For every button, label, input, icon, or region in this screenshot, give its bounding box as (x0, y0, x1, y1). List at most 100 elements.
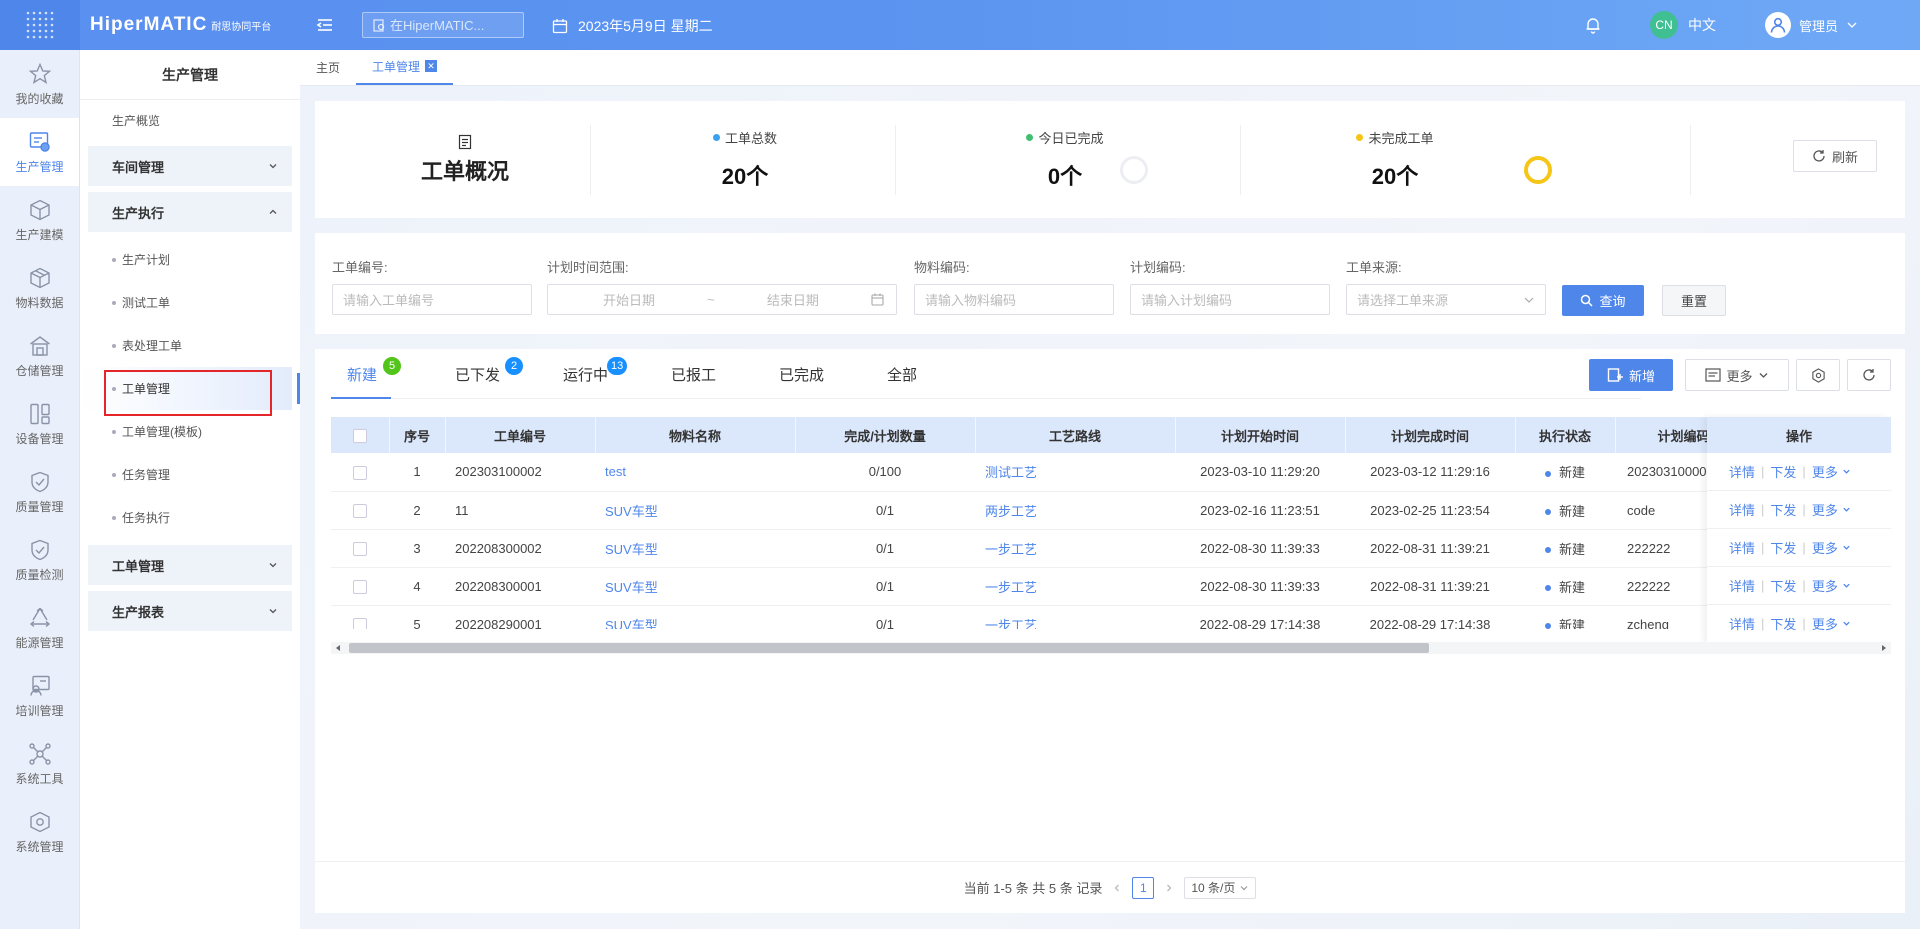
issue-link[interactable]: 下发 (1770, 462, 1796, 481)
more-link[interactable]: 更多 (1812, 614, 1838, 633)
more-link[interactable]: 更多 (1812, 538, 1838, 557)
global-search[interactable] (362, 12, 524, 38)
table-row[interactable]: 2 11 SUV车型 0/1 两步工艺 2023-02-16 11:23:51 2023-0… (331, 491, 1889, 530)
page-number[interactable]: 1 (1132, 876, 1155, 899)
language-switch[interactable]: CN 中文 (1650, 0, 1716, 50)
row-checkbox[interactable] (353, 541, 367, 556)
add-button[interactable]: 新增 (1589, 359, 1673, 391)
module-energy[interactable]: 能源管理 (0, 594, 79, 662)
notification-bell-icon[interactable] (1585, 0, 1601, 50)
more-actions-button[interactable]: 更多 (1685, 359, 1789, 391)
next-page-icon[interactable] (1164, 883, 1174, 893)
module-inspection[interactable]: 质量检测 (0, 526, 79, 594)
reload-button[interactable] (1847, 359, 1891, 391)
settings-button[interactable] (1796, 359, 1840, 391)
tab-status-running[interactable]: 运行中 13 (547, 349, 655, 399)
row-checkbox[interactable] (353, 503, 367, 518)
material-code-input[interactable]: 请输入物料编码 (914, 284, 1114, 315)
query-button[interactable]: 查询 (1562, 285, 1644, 316)
detail-link[interactable]: 详情 (1729, 614, 1755, 633)
sidebar-item-workorder-management[interactable]: 工单管理 (80, 367, 300, 410)
reset-button[interactable]: 重置 (1662, 285, 1726, 316)
detail-link[interactable]: 详情 (1729, 500, 1755, 519)
column-header[interactable]: 执行状态 (1515, 417, 1616, 453)
module-warehouse[interactable]: 仓储管理 (0, 322, 79, 390)
cell-route-link[interactable]: 测试工艺 (975, 453, 1175, 492)
user-menu[interactable]: 管理员 (1765, 0, 1858, 50)
global-search-input[interactable] (390, 17, 520, 33)
scroll-left-icon[interactable] (334, 644, 342, 652)
module-tools[interactable]: 系统工具 (0, 730, 79, 798)
issue-link[interactable]: 下发 (1770, 500, 1796, 519)
module-system[interactable]: 系统管理 (0, 798, 79, 866)
table-row[interactable]: 4 202208300001 SUV车型 0/1 一步工艺 2022-08-30 11:3… (331, 567, 1889, 606)
module-equipment[interactable]: 设备管理 (0, 390, 79, 458)
column-header[interactable]: 工艺路线 (975, 417, 1176, 453)
cell-route-link[interactable]: 一步工艺 (975, 567, 1175, 606)
row-checkbox[interactable] (353, 465, 367, 480)
tab-status-issued[interactable]: 已下发 2 (439, 349, 547, 399)
row-checkbox[interactable] (353, 617, 367, 629)
page-size-select[interactable]: 10 条/页 (1184, 876, 1257, 899)
module-training[interactable]: 培训管理 (0, 662, 79, 730)
module-favorites[interactable]: 我的收藏 (0, 50, 79, 118)
more-link[interactable]: 更多 (1812, 576, 1838, 595)
sidebar-item-table-order[interactable]: 表处理工单 (80, 324, 300, 367)
sidebar-item-test-order[interactable]: 测试工单 (80, 281, 300, 324)
tab-status-reported[interactable]: 已报工 (655, 349, 763, 399)
prev-page-icon[interactable] (1112, 883, 1122, 893)
tab-workorder[interactable]: 工单管理 ✕ (356, 49, 454, 85)
source-select[interactable]: 请选择工单来源 (1346, 284, 1546, 315)
module-production[interactable]: 生产管理 (0, 118, 79, 186)
detail-link[interactable]: 详情 (1729, 462, 1755, 481)
column-header[interactable]: 计划完成时间 (1345, 417, 1516, 453)
sidebar-item-workorder-template[interactable]: 工单管理(模板) (80, 410, 300, 453)
module-material[interactable]: 物料数据 (0, 254, 79, 322)
detail-link[interactable]: 详情 (1729, 538, 1755, 557)
sidebar-item-task-management[interactable]: 任务管理 (80, 453, 300, 496)
tab-home[interactable]: 主页 (300, 49, 356, 85)
module-modeling[interactable]: 生产建模 (0, 186, 79, 254)
menu-toggle-icon[interactable] (316, 16, 334, 34)
date-range-picker[interactable]: 开始日期 ~ 结束日期 (547, 284, 897, 315)
horizontal-scrollbar[interactable] (331, 642, 1891, 654)
cell-material-link[interactable]: SUV车型 (595, 605, 795, 629)
tab-status-all[interactable]: 全部 (871, 349, 979, 399)
table-row[interactable]: 5 202208290001 SUV车型 0/1 一步工艺 2022-08-29 17:1… (331, 605, 1889, 629)
row-checkbox[interactable] (353, 579, 367, 594)
table-row[interactable]: 1 202303100002 test 0/100 测试工艺 2023-03-10 11:… (331, 453, 1889, 492)
column-header[interactable]: 工单编号 (445, 417, 596, 453)
tab-status-completed[interactable]: 已完成 (763, 349, 871, 399)
cell-route-link[interactable]: 两步工艺 (975, 491, 1175, 530)
module-quality[interactable]: 质量管理 (0, 458, 79, 526)
column-header[interactable]: 序号 (389, 417, 446, 453)
refresh-button[interactable]: 刷新 (1793, 140, 1877, 172)
select-all-checkbox[interactable] (352, 428, 367, 443)
issue-link[interactable]: 下发 (1770, 576, 1796, 595)
issue-link[interactable]: 下发 (1770, 538, 1796, 557)
sidebar-group-reports[interactable]: 生产报表 (88, 591, 292, 631)
cell-material-link[interactable]: SUV车型 (595, 567, 795, 606)
sidebar-item-task-execution[interactable]: 任务执行 (80, 496, 300, 539)
scrollbar-thumb[interactable] (349, 643, 1429, 653)
sidebar-group-workshop[interactable]: 车间管理 (88, 146, 292, 186)
issue-link[interactable]: 下发 (1770, 614, 1796, 633)
column-header[interactable]: 完成/计划数量 (795, 417, 976, 453)
tab-status-new[interactable]: 新建 5 (331, 349, 439, 399)
app-grid-icon[interactable] (0, 0, 80, 50)
column-header[interactable]: 物料名称 (595, 417, 796, 453)
sidebar-group-execution[interactable]: 生产执行 (88, 192, 292, 232)
cell-material-link[interactable]: test (595, 453, 795, 492)
cell-material-link[interactable]: SUV车型 (595, 529, 795, 568)
plan-code-input[interactable]: 请输入计划编码 (1130, 284, 1330, 315)
sidebar-item-plan[interactable]: 生产计划 (80, 238, 300, 281)
close-icon[interactable]: ✕ (425, 60, 438, 72)
more-link[interactable]: 更多 (1812, 500, 1838, 519)
order-no-input[interactable]: 请输入工单编号 (332, 284, 532, 315)
cell-route-link[interactable]: 一步工艺 (975, 529, 1175, 568)
scroll-right-icon[interactable] (1880, 644, 1888, 652)
column-header[interactable]: 计划开始时间 (1175, 417, 1346, 453)
sidebar-item-overview[interactable]: 生产概览 (80, 100, 300, 140)
sidebar-group-workorder[interactable]: 工单管理 (88, 545, 292, 585)
cell-material-link[interactable]: SUV车型 (595, 491, 795, 530)
